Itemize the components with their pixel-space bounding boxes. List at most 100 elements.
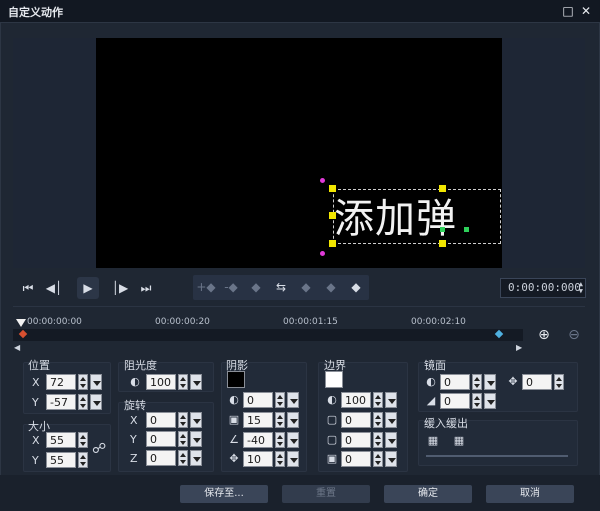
- rotation-x-dropdown[interactable]: [190, 412, 202, 428]
- link-icon[interactable]: ☍: [92, 441, 106, 457]
- scroll-right-icon[interactable]: ▶: [516, 343, 522, 352]
- zoom-out-icon[interactable]: ⊖: [566, 327, 582, 343]
- rotation-y-dropdown[interactable]: [190, 431, 202, 447]
- playhead[interactable]: [16, 319, 26, 327]
- maximize-icon[interactable]: □: [560, 3, 576, 19]
- mirror-opacity-input[interactable]: 0: [440, 374, 470, 390]
- position-x-input[interactable]: 72: [46, 374, 76, 390]
- next-frame-icon[interactable]: │▶: [109, 277, 131, 299]
- scroll-left-icon[interactable]: ◀: [14, 343, 20, 352]
- rotation-z-dropdown[interactable]: [190, 450, 202, 466]
- swap-keyframe-icon[interactable]: ⇆: [270, 277, 292, 298]
- shadow-blur-icon: ▣: [228, 413, 240, 426]
- shadow-angle-input[interactable]: -40: [243, 432, 273, 448]
- rotation-y-input[interactable]: 0: [146, 431, 176, 447]
- rotation-z-spinner[interactable]: [178, 450, 188, 466]
- timeline-tick: 00:00:00:00: [27, 317, 82, 327]
- resize-handle-ml[interactable]: [329, 212, 336, 219]
- reverse-keyframe-icon[interactable]: ◆: [245, 277, 267, 298]
- border-opacity-input[interactable]: 100: [341, 392, 371, 408]
- shadow-distance-input[interactable]: 10: [243, 451, 273, 467]
- shadow-opacity-dropdown[interactable]: [287, 392, 299, 408]
- save-to-button[interactable]: 保存至...: [180, 485, 268, 503]
- fade-in-icon[interactable]: ▦: [426, 434, 440, 448]
- reset-button[interactable]: 重置: [282, 485, 370, 503]
- resize-handle-tl[interactable]: [329, 185, 336, 192]
- opacity-input[interactable]: 100: [146, 374, 176, 390]
- position-x-dropdown[interactable]: [90, 374, 102, 390]
- size-x-spinner[interactable]: [78, 432, 88, 448]
- border-corner-spinner[interactable]: [373, 432, 383, 448]
- shadow-angle-spinner[interactable]: [275, 432, 285, 448]
- pivot-handle[interactable]: [440, 227, 445, 232]
- size-x-input[interactable]: 55: [46, 432, 76, 448]
- border-opacity-spinner[interactable]: [373, 392, 383, 408]
- size-y-input[interactable]: 55: [46, 452, 76, 468]
- mirror-fade-input[interactable]: 0: [440, 393, 470, 409]
- mirror-fade-dropdown[interactable]: [484, 393, 496, 409]
- rotate-handle-top[interactable]: [320, 178, 325, 183]
- prev-frame-icon[interactable]: ◀│: [43, 277, 65, 299]
- fade-out-icon[interactable]: ▦: [452, 434, 466, 448]
- rotation-y-spinner[interactable]: [178, 431, 188, 447]
- size-y-spinner[interactable]: [78, 452, 88, 468]
- shadow-color-swatch[interactable]: [227, 371, 245, 388]
- prev-keyframe-icon[interactable]: ◆: [295, 277, 317, 298]
- mirror-opacity-dropdown[interactable]: [484, 374, 496, 390]
- mirror-offset-input[interactable]: 0: [522, 374, 552, 390]
- position-y-dropdown[interactable]: [90, 394, 102, 410]
- selection-box[interactable]: [333, 189, 501, 244]
- resize-handle-bm[interactable]: [439, 240, 446, 247]
- resize-handle-bl[interactable]: [329, 240, 336, 247]
- shadow-blur-dropdown[interactable]: [287, 412, 299, 428]
- border-width-spinner[interactable]: [373, 412, 383, 428]
- mirror-fade-spinner[interactable]: [472, 393, 482, 409]
- border-corner-input[interactable]: 0: [341, 432, 371, 448]
- opacity-dropdown[interactable]: [190, 374, 202, 390]
- add-keyframe-icon[interactable]: +◆: [195, 277, 217, 298]
- position-y-spinner[interactable]: [78, 394, 88, 410]
- timecode-field[interactable]: 0:00:00:000 ▲ ▼: [500, 278, 586, 298]
- resize-handle-tm[interactable]: [439, 185, 446, 192]
- shadow-angle-dropdown[interactable]: [287, 432, 299, 448]
- rotation-x-input[interactable]: 0: [146, 412, 176, 428]
- rotation-x-spinner[interactable]: [178, 412, 188, 428]
- timeline-ruler[interactable]: 00:00:00:00 00:00:00:20 00:00:01:15 00:0…: [13, 313, 533, 349]
- opacity-spinner[interactable]: [178, 374, 188, 390]
- border-opacity-dropdown[interactable]: [385, 392, 397, 408]
- next-keyframe-icon[interactable]: ◆: [320, 277, 342, 298]
- border-softness-spinner[interactable]: [373, 451, 383, 467]
- zoom-in-icon[interactable]: ⊕: [536, 327, 552, 343]
- ok-button[interactable]: 确定: [384, 485, 472, 503]
- shadow-blur-spinner[interactable]: [275, 412, 285, 428]
- close-icon[interactable]: ✕: [578, 3, 594, 19]
- position-y-input[interactable]: -57: [46, 394, 76, 410]
- fade-slider-track[interactable]: [426, 455, 568, 457]
- mirror-offset-spinner[interactable]: [554, 374, 564, 390]
- cancel-button[interactable]: 取消: [486, 485, 574, 503]
- border-width-dropdown[interactable]: [385, 412, 397, 428]
- border-corner-dropdown[interactable]: [385, 432, 397, 448]
- border-softness-input[interactable]: 0: [341, 451, 371, 467]
- rotate-handle-bottom[interactable]: [320, 251, 325, 256]
- shadow-opacity-input[interactable]: 0: [243, 392, 273, 408]
- shadow-distance-dropdown[interactable]: [287, 451, 299, 467]
- rotation-z-input[interactable]: 0: [146, 450, 176, 466]
- pivot-handle-2[interactable]: [464, 227, 469, 232]
- play-icon[interactable]: ▶: [77, 277, 99, 299]
- mirror-opacity-spinner[interactable]: [472, 374, 482, 390]
- border-color-swatch[interactable]: [325, 371, 343, 388]
- skip-to-end-icon[interactable]: ⏭: [135, 277, 157, 299]
- shadow-distance-spinner[interactable]: [275, 451, 285, 467]
- position-x-spinner[interactable]: [78, 374, 88, 390]
- timeline-track[interactable]: [13, 329, 523, 341]
- skip-to-start-icon[interactable]: ⏮: [17, 277, 39, 299]
- more-keyframe-icon[interactable]: ◆: [345, 277, 367, 298]
- timecode-spinner[interactable]: ▲ ▼: [579, 281, 583, 295]
- shadow-opacity-spinner[interactable]: [275, 392, 285, 408]
- remove-keyframe-icon[interactable]: -◆: [220, 277, 242, 298]
- keyframe-toolbar: +◆ -◆ ◆ ⇆ ◆ ◆ ◆: [193, 275, 369, 300]
- shadow-blur-input[interactable]: 15: [243, 412, 273, 428]
- border-softness-dropdown[interactable]: [385, 451, 397, 467]
- border-width-input[interactable]: 0: [341, 412, 371, 428]
